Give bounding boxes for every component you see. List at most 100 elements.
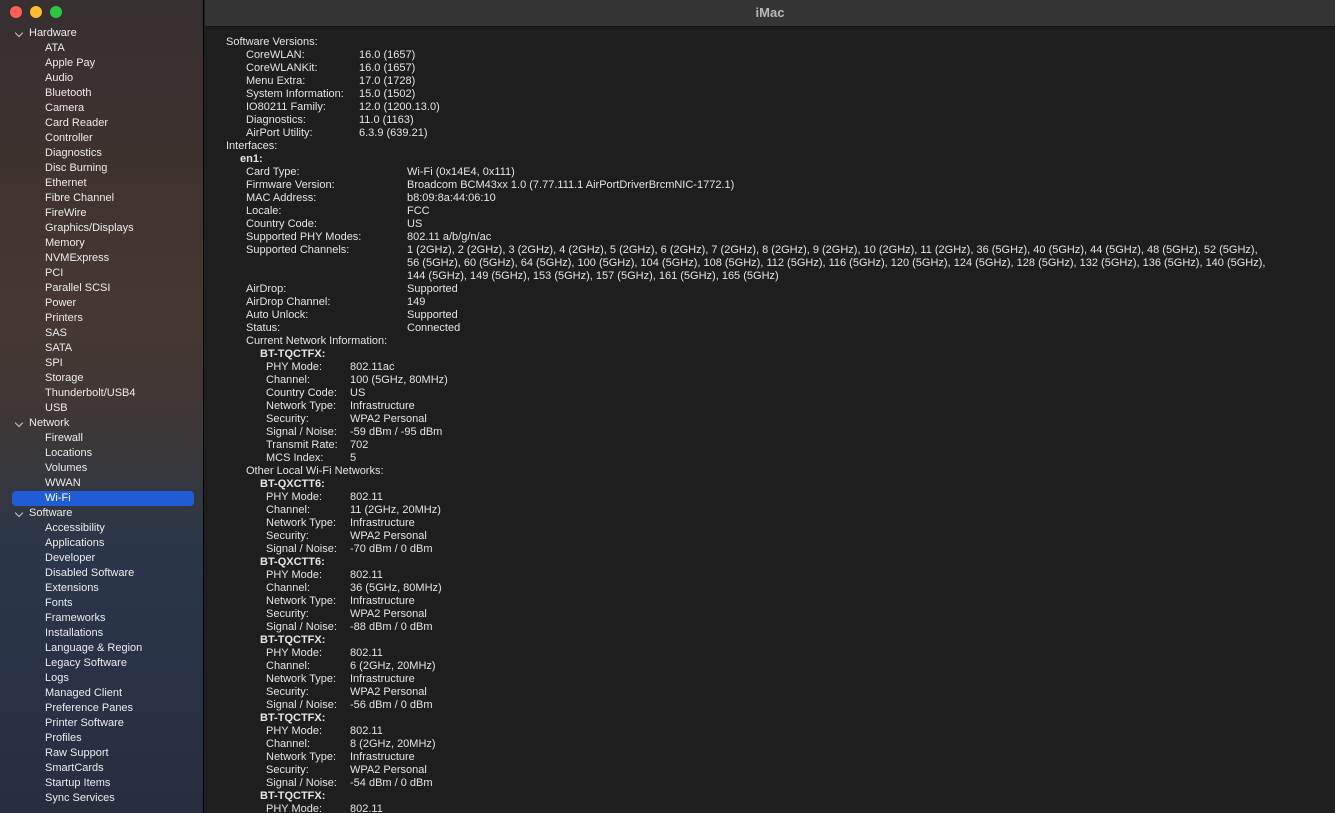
info-value: US bbox=[350, 387, 366, 399]
sidebar-item-preference-panes[interactable]: Preference Panes bbox=[0, 701, 203, 716]
info-value: -54 dBm / 0 dBm bbox=[350, 777, 433, 789]
sidebar-item-sas[interactable]: SAS bbox=[0, 326, 203, 341]
sidebar-group-hardware[interactable]: Hardware bbox=[0, 26, 203, 41]
info-key: PHY Mode: bbox=[266, 361, 323, 373]
info-key: Security: bbox=[266, 608, 309, 620]
sidebar-item-thunderbolt-usb4[interactable]: Thunderbolt/USB4 bbox=[0, 386, 203, 401]
info-key: BT-TQCTFX: bbox=[260, 712, 326, 724]
info-value: WPA2 Personal bbox=[350, 764, 427, 776]
sidebar-item-frameworks[interactable]: Frameworks bbox=[0, 611, 203, 626]
sidebar-item-fibre-channel[interactable]: Fibre Channel bbox=[0, 191, 203, 206]
sidebar-item-legacy-software[interactable]: Legacy Software bbox=[0, 656, 203, 671]
sidebar-item-applications[interactable]: Applications bbox=[0, 536, 203, 551]
info-key: PHY Mode: bbox=[266, 569, 323, 581]
sidebar-item-storage[interactable]: Storage bbox=[0, 371, 203, 386]
info-value: 802.11 bbox=[350, 491, 383, 503]
info-value: -59 dBm / -95 dBm bbox=[350, 426, 443, 438]
zoom-window-button[interactable] bbox=[50, 6, 62, 18]
sidebar-item-bluetooth[interactable]: Bluetooth bbox=[0, 86, 203, 101]
sidebar-item-firewall[interactable]: Firewall bbox=[0, 431, 203, 446]
info-key: Channel: bbox=[266, 504, 311, 516]
sidebar-item-language-region[interactable]: Language & Region bbox=[0, 641, 203, 656]
info-value: Supported bbox=[407, 309, 458, 321]
sidebar-item-ata[interactable]: ATA bbox=[0, 41, 203, 56]
sidebar-item-developer[interactable]: Developer bbox=[0, 551, 203, 566]
sidebar-item-power[interactable]: Power bbox=[0, 296, 203, 311]
sidebar-item-profiles[interactable]: Profiles bbox=[0, 731, 203, 746]
system-information-window: Hardware ATA Apple Pay Audio Bluetooth Camera… bbox=[0, 0, 1335, 813]
info-value: Infrastructure bbox=[350, 751, 415, 763]
sidebar-item-sata[interactable]: SATA bbox=[0, 341, 203, 356]
info-value: 15.0 (1502) bbox=[359, 88, 416, 100]
info-value: WPA2 Personal bbox=[350, 413, 427, 425]
info-key: Network Type: bbox=[266, 517, 337, 529]
info-value: 702 bbox=[350, 439, 369, 451]
sidebar-item-ethernet[interactable]: Ethernet bbox=[0, 176, 203, 191]
info-key: CoreWLANKit: bbox=[246, 62, 318, 74]
minimize-window-button[interactable] bbox=[30, 6, 42, 18]
sidebar-tree: Hardware ATA Apple Pay Audio Bluetooth Camera… bbox=[0, 26, 203, 806]
info-key: Network Type: bbox=[266, 595, 337, 607]
info-key: PHY Mode: bbox=[266, 491, 323, 503]
sidebar-item-logs[interactable]: Logs bbox=[0, 671, 203, 686]
sidebar-item-smartcards[interactable]: SmartCards bbox=[0, 761, 203, 776]
info-value: 149 bbox=[407, 296, 426, 308]
window-titlebar: iMac bbox=[205, 0, 1335, 27]
sidebar-item-volumes[interactable]: Volumes bbox=[0, 461, 203, 476]
sidebar-item-printers[interactable]: Printers bbox=[0, 311, 203, 326]
sidebar-item-installations[interactable]: Installations bbox=[0, 626, 203, 641]
info-key: Transmit Rate: bbox=[266, 439, 338, 451]
sidebar-item-accessibility[interactable]: Accessibility bbox=[0, 521, 203, 536]
sidebar: Hardware ATA Apple Pay Audio Bluetooth Camera… bbox=[0, 0, 204, 813]
sidebar-item-locations[interactable]: Locations bbox=[0, 446, 203, 461]
sidebar-item-camera[interactable]: Camera bbox=[0, 101, 203, 116]
sidebar-item-memory[interactable]: Memory bbox=[0, 236, 203, 251]
info-key: Other Local Wi-Fi Networks: bbox=[246, 465, 384, 477]
sidebar-item-fonts[interactable]: Fonts bbox=[0, 596, 203, 611]
info-key: System Information: bbox=[246, 88, 344, 100]
info-key: Firmware Version: bbox=[246, 179, 335, 191]
info-key: Security: bbox=[266, 686, 309, 698]
sidebar-group-label: Network bbox=[29, 417, 70, 429]
sidebar-group-network[interactable]: Network bbox=[0, 416, 203, 431]
sidebar-item-usb[interactable]: USB bbox=[0, 401, 203, 416]
info-value: 6 (2GHz, 20MHz) bbox=[350, 660, 436, 672]
sidebar-item-controller[interactable]: Controller bbox=[0, 131, 203, 146]
sidebar-item-sync-services[interactable]: Sync Services bbox=[0, 791, 203, 806]
sidebar-item-wi-fi[interactable]: Wi-Fi bbox=[12, 491, 194, 506]
sidebar-item-firewire[interactable]: FireWire bbox=[0, 206, 203, 221]
sidebar-item-audio[interactable]: Audio bbox=[0, 71, 203, 86]
sidebar-item-graphics-displays[interactable]: Graphics/Displays bbox=[0, 221, 203, 236]
info-key: MCS Index: bbox=[266, 452, 324, 464]
info-key: Menu Extra: bbox=[246, 75, 306, 87]
sidebar-item-wwan[interactable]: WWAN bbox=[0, 476, 203, 491]
sidebar-item-disabled-software[interactable]: Disabled Software bbox=[0, 566, 203, 581]
window-title: iMac bbox=[755, 5, 785, 20]
info-value: 56 (5GHz), 60 (5GHz), 64 (5GHz), 100 (5G… bbox=[407, 257, 1266, 269]
info-value: 802.11 bbox=[350, 725, 383, 737]
info-key: Channel: bbox=[266, 660, 311, 672]
detail-pane: Software Versions: CoreWLAN: 16.0 (1657) Co… bbox=[205, 28, 1335, 813]
sidebar-item-disc-burning[interactable]: Disc Burning bbox=[0, 161, 203, 176]
info-key: Channel: bbox=[266, 374, 311, 386]
sidebar-item-extensions[interactable]: Extensions bbox=[0, 581, 203, 596]
sidebar-item-startup-items[interactable]: Startup Items bbox=[0, 776, 203, 791]
sidebar-item-pci[interactable]: PCI bbox=[0, 266, 203, 281]
sidebar-item-raw-support[interactable]: Raw Support bbox=[0, 746, 203, 761]
info-key: AirPort Utility: bbox=[246, 127, 313, 139]
info-value: -88 dBm / 0 dBm bbox=[350, 621, 433, 633]
sidebar-item-apple-pay[interactable]: Apple Pay bbox=[0, 56, 203, 71]
info-value: 6.3.9 (639.21) bbox=[359, 127, 428, 139]
info-value: Supported bbox=[407, 283, 458, 295]
sidebar-group-software[interactable]: Software bbox=[0, 506, 203, 521]
sidebar-item-nvmexpress[interactable]: NVMExpress bbox=[0, 251, 203, 266]
sidebar-item-diagnostics[interactable]: Diagnostics bbox=[0, 146, 203, 161]
close-window-button[interactable] bbox=[10, 6, 22, 18]
info-value: WPA2 Personal bbox=[350, 608, 427, 620]
info-value: WPA2 Personal bbox=[350, 530, 427, 542]
sidebar-item-printer-software[interactable]: Printer Software bbox=[0, 716, 203, 731]
sidebar-item-managed-client[interactable]: Managed Client bbox=[0, 686, 203, 701]
sidebar-item-card-reader[interactable]: Card Reader bbox=[0, 116, 203, 131]
sidebar-item-parallel-scsi[interactable]: Parallel SCSI bbox=[0, 281, 203, 296]
sidebar-item-spi[interactable]: SPI bbox=[0, 356, 203, 371]
